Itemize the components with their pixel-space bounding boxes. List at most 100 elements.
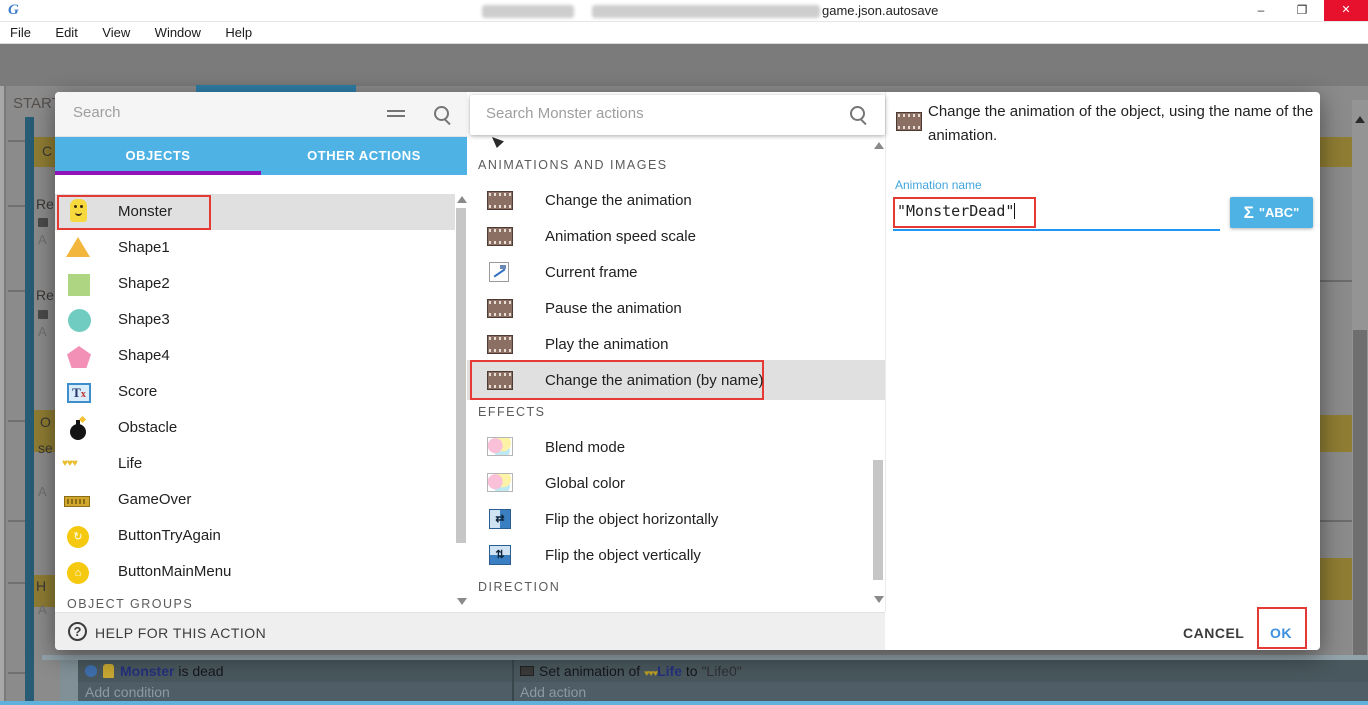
action-item-pause-animation[interactable]: Pause the animation xyxy=(545,300,682,317)
scrollbar-down-icon[interactable] xyxy=(874,596,884,603)
event-sheet-scrollbar-thumb[interactable] xyxy=(1353,330,1367,660)
scene-tab-label: START xyxy=(13,95,61,112)
action-item-current-frame[interactable]: Current frame xyxy=(545,264,638,281)
action-description: Change the animation of the object, usin… xyxy=(928,100,1316,148)
section-animations-header: ANIMATIONS AND IMAGES xyxy=(478,158,668,172)
highlighted-event-right xyxy=(1320,558,1352,600)
action-item-global-color[interactable]: Global color xyxy=(545,475,625,492)
object-list-scrollbar-thumb[interactable] xyxy=(456,208,466,543)
event-icon-fragment xyxy=(38,310,48,319)
action-item-change-animation[interactable]: Change the animation xyxy=(545,192,692,209)
menu-window[interactable]: Window xyxy=(145,22,211,40)
action-item-blend-mode[interactable]: Blend mode xyxy=(545,439,625,456)
object-item-shape1[interactable]: Shape1 xyxy=(118,239,170,256)
action-value: "Life0" xyxy=(701,663,741,679)
help-icon[interactable]: ? xyxy=(68,622,87,641)
scrollbar-up-icon[interactable] xyxy=(457,196,467,203)
film-icon xyxy=(487,191,513,210)
scrollbar-down-icon[interactable] xyxy=(457,598,467,605)
action-item-change-animation-by-name[interactable]: Change the animation (by name) xyxy=(545,372,763,389)
circle-icon xyxy=(68,309,91,332)
help-link[interactable]: HELP FOR THIS ACTION xyxy=(95,625,266,641)
filter-icon[interactable] xyxy=(387,109,405,121)
hearts-icon: ♥♥♥ xyxy=(62,458,77,469)
event-text-fragment: Re xyxy=(36,287,54,303)
event-tick xyxy=(8,672,26,674)
object-groups-header: OBJECT GROUPS xyxy=(67,597,193,611)
event-indent-bar xyxy=(25,117,34,705)
event-tick xyxy=(8,420,26,422)
object-item-shape3[interactable]: Shape3 xyxy=(118,311,170,328)
event-tick xyxy=(8,140,26,142)
monster-thumb-icon xyxy=(103,664,114,678)
add-action-link[interactable]: Add action xyxy=(520,684,586,700)
action-item-flip-horizontal[interactable]: Flip the object horizontally xyxy=(545,511,718,528)
event-text-fragment: Re xyxy=(36,196,54,212)
event-icon-fragment xyxy=(38,218,48,227)
text-object-icon: Tx xyxy=(67,383,91,403)
menu-file[interactable]: File xyxy=(0,22,41,40)
menu-bar: File Edit View Window Help xyxy=(0,22,1368,44)
search-icon[interactable] xyxy=(434,106,452,124)
minimize-button[interactable]: – xyxy=(1242,0,1280,21)
event-text-fragment: A xyxy=(38,602,47,617)
banner-icon xyxy=(64,496,90,507)
add-condition-link[interactable]: Add condition xyxy=(85,684,170,700)
action-item-play-animation[interactable]: Play the animation xyxy=(545,336,668,353)
maximize-button[interactable]: ❐ xyxy=(1283,0,1321,21)
action-list-scrollbar-thumb[interactable] xyxy=(873,460,883,580)
object-item-life[interactable]: Life xyxy=(118,455,142,472)
retry-button-icon: ↻ xyxy=(67,526,89,548)
action-item-animation-speed-scale[interactable]: Animation speed scale xyxy=(545,228,696,245)
dialog-tabs: OBJECTS OTHER ACTIONS xyxy=(55,137,467,175)
title-bar: G game.json.autosave – ❐ ✕ xyxy=(0,0,1368,22)
object-item-obstacle[interactable]: Obstacle xyxy=(118,419,177,436)
object-item-shape2[interactable]: Shape2 xyxy=(118,275,170,292)
window-title: game.json.autosave xyxy=(822,3,938,18)
event-sheet-gutter xyxy=(0,86,6,705)
cancel-button[interactable]: CANCEL xyxy=(1183,625,1244,641)
expression-editor-button[interactable]: Σ"ABC" xyxy=(1230,197,1313,228)
highlighted-event-right xyxy=(1320,415,1352,452)
object-item-buttontryagain[interactable]: ButtonTryAgain xyxy=(118,527,221,544)
section-direction-header: DIRECTION xyxy=(478,580,560,594)
frame-icon xyxy=(489,262,509,282)
gdevelop-logo: G xyxy=(8,2,19,19)
tab-other-actions[interactable]: OTHER ACTIONS xyxy=(261,137,467,175)
condition-text: is dead xyxy=(174,663,223,679)
gear-icon xyxy=(85,665,97,677)
action-search-input[interactable] xyxy=(486,105,766,122)
animation-name-label: Animation name xyxy=(895,178,982,192)
object-search-input[interactable] xyxy=(73,104,353,121)
event-text-fragment: A xyxy=(38,232,47,247)
object-item-buttonmainmenu[interactable]: ButtonMainMenu xyxy=(118,563,231,580)
condition-action-divider xyxy=(512,660,514,701)
menu-help[interactable]: Help xyxy=(215,22,262,40)
condition-object-name: Monster xyxy=(120,663,174,679)
scrollbar-up-icon[interactable] xyxy=(1355,116,1365,123)
condition-cell[interactable]: Monster is dead xyxy=(85,663,224,679)
object-item-score[interactable]: Score xyxy=(118,383,157,400)
home-button-icon: ⌂ xyxy=(67,562,89,584)
event-text-fragment: C xyxy=(42,143,52,159)
film-icon xyxy=(487,335,513,354)
action-object-name: Life xyxy=(657,663,682,679)
panel-divider xyxy=(885,92,886,612)
square-icon xyxy=(68,274,90,296)
action-cell[interactable]: Set animation of ♥♥♥Life to "Life0" xyxy=(520,663,742,679)
action-item-flip-vertical[interactable]: Flip the object vertically xyxy=(545,547,701,564)
menu-edit[interactable]: Edit xyxy=(45,22,87,40)
object-item-shape4[interactable]: Shape4 xyxy=(118,347,170,364)
event-row-add[interactable] xyxy=(60,682,1368,701)
action-text: Set animation of xyxy=(539,663,644,679)
scrollbar-up-icon[interactable] xyxy=(874,142,884,149)
tab-objects[interactable]: OBJECTS xyxy=(55,137,261,175)
event-text-fragment: A xyxy=(38,484,47,499)
close-button[interactable]: ✕ xyxy=(1324,0,1368,21)
menu-view[interactable]: View xyxy=(92,22,140,40)
event-text-fragment: H xyxy=(36,578,46,594)
event-text-fragment: O xyxy=(40,414,51,430)
object-item-gameover[interactable]: GameOver xyxy=(118,491,191,508)
search-icon[interactable] xyxy=(850,106,868,124)
annotation-box-monster xyxy=(57,195,211,230)
